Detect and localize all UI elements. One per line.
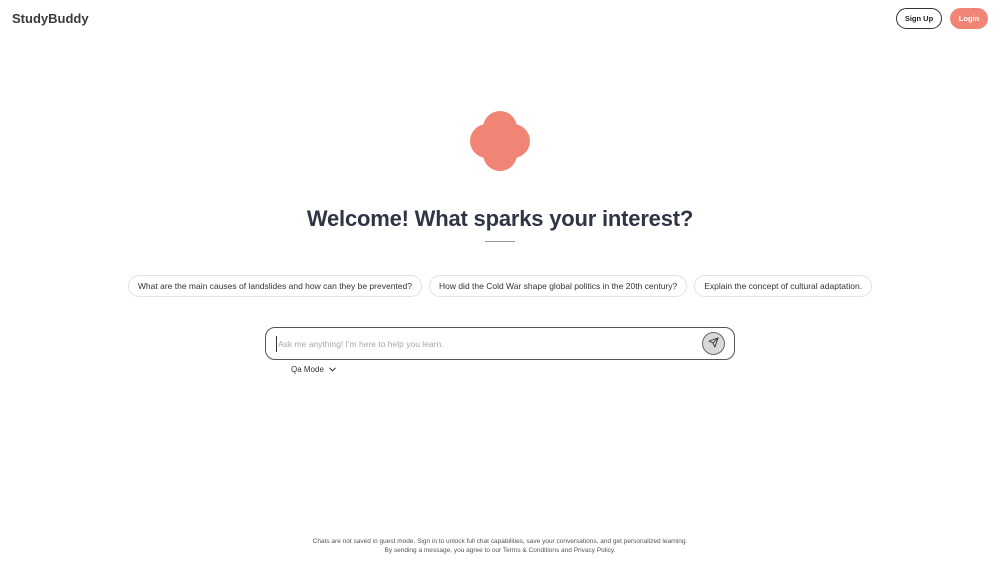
- chat-input-container: [265, 327, 735, 360]
- mode-selector[interactable]: Qa Mode: [291, 363, 336, 375]
- suggestion-chip[interactable]: Explain the concept of cultural adaptati…: [694, 275, 873, 297]
- footer-guest-notice: Chats are not saved in guest mode. Sign …: [312, 538, 688, 545]
- send-button[interactable]: [702, 332, 725, 355]
- top-bar: StudyBuddy Sign Up Login: [0, 0, 1000, 36]
- send-icon: [708, 336, 719, 351]
- chat-input[interactable]: [276, 336, 696, 352]
- suggestion-chips: What are the main causes of landslides a…: [0, 275, 1000, 297]
- welcome-heading: Welcome! What sparks your interest?: [306, 206, 694, 231]
- footer-terms-notice: By sending a message, you agree to our T…: [384, 547, 616, 554]
- suggestion-chip[interactable]: What are the main causes of landslides a…: [127, 275, 422, 297]
- login-button[interactable]: Login: [950, 8, 988, 29]
- heading-divider: [485, 241, 515, 242]
- suggestion-chip[interactable]: How did the Cold War shape global politi…: [428, 275, 688, 297]
- brand-logo-text[interactable]: StudyBuddy: [12, 11, 89, 26]
- mode-label: Qa Mode: [291, 364, 324, 374]
- chevron-down-icon: [329, 365, 336, 374]
- sign-up-button[interactable]: Sign Up: [896, 8, 942, 29]
- clover-logo-icon: [468, 109, 532, 173]
- footer-disclaimer: Chats are not saved in guest mode. Sign …: [0, 537, 1000, 555]
